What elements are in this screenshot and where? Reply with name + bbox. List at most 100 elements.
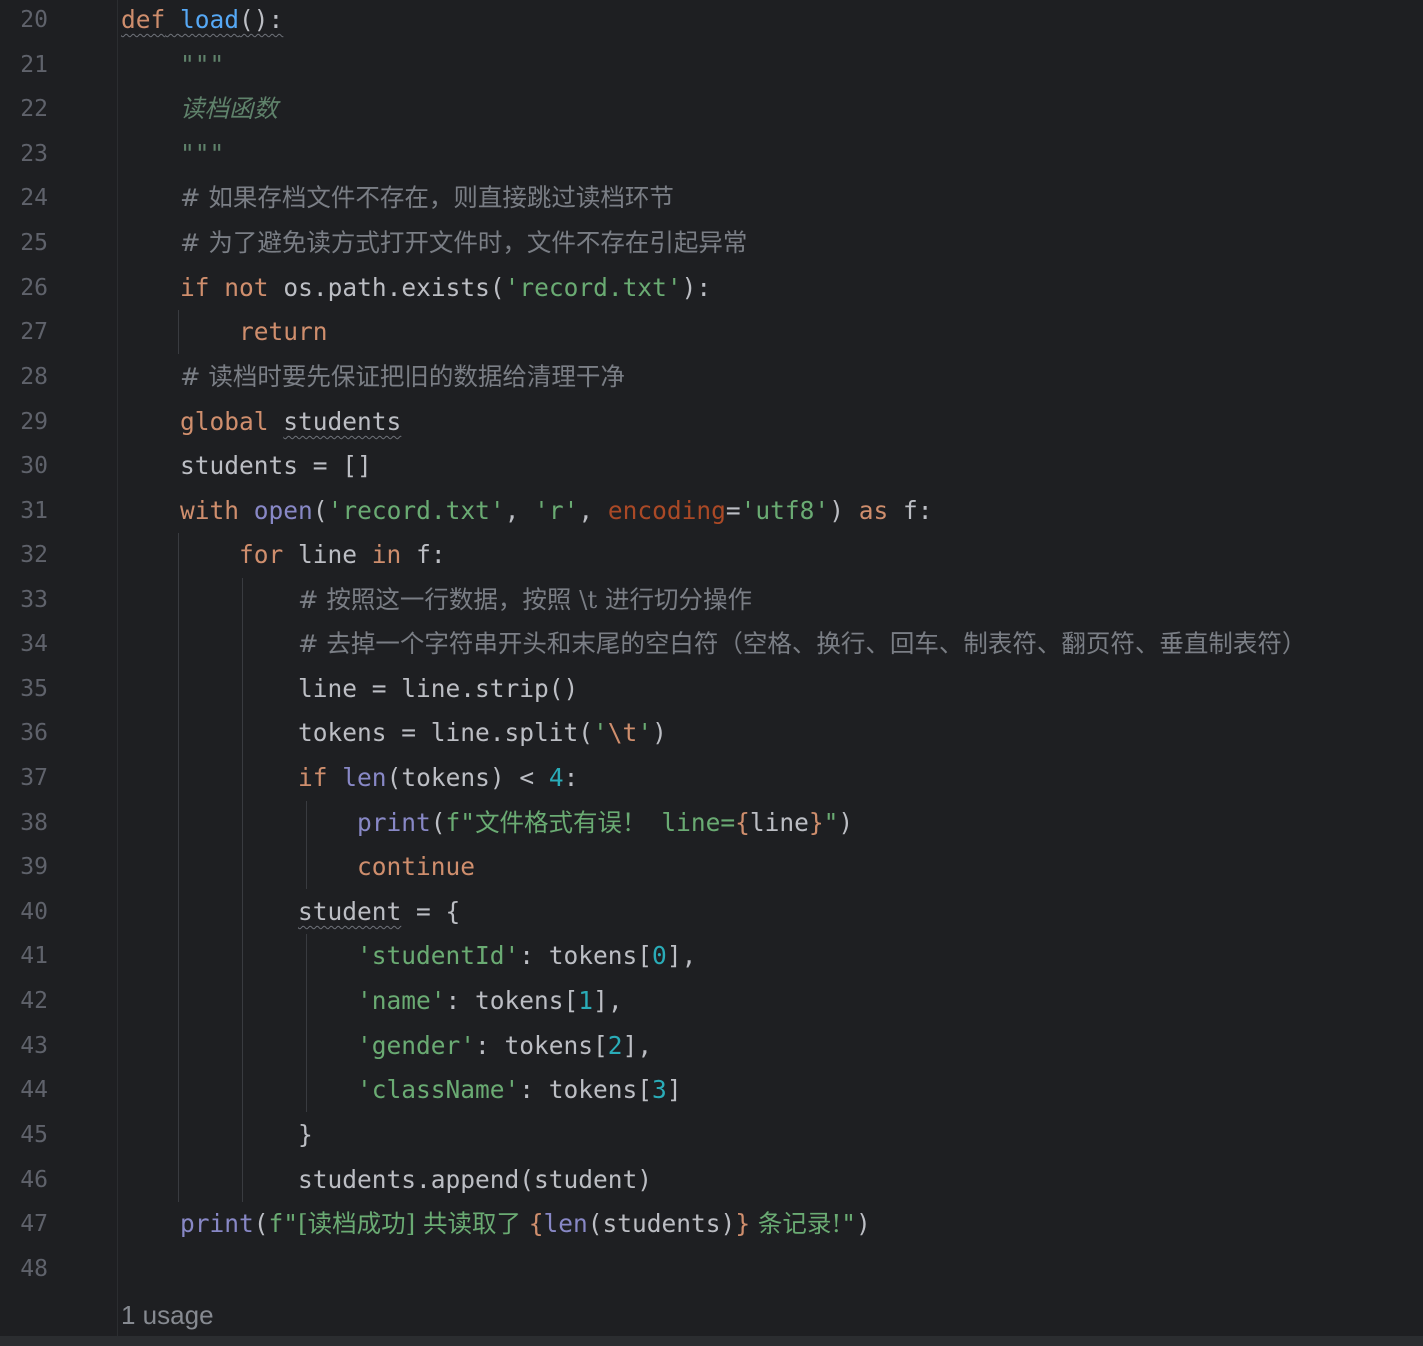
line-number: 42 (20, 988, 48, 1014)
keyword-return: return (239, 317, 328, 346)
string-literal: f" (445, 808, 476, 837)
line-number: 43 (20, 1033, 48, 1059)
code-punct: , (504, 496, 535, 525)
code-line-37[interactable]: if len(tokens) < 4: (121, 756, 578, 800)
code-line-28[interactable]: # 读档时要先保证把旧的数据给清理干净 (121, 355, 625, 399)
string-literal: f" (268, 1209, 299, 1238)
string-literal: 'utf8' (740, 496, 830, 525)
code-text: line (749, 808, 809, 837)
line-number: 35 (20, 676, 48, 702)
code-text: (tokens) < (386, 763, 549, 792)
code-line-31[interactable]: with open('record.txt', 'r', encoding='u… (121, 489, 933, 533)
code-line-29[interactable]: global students (121, 400, 401, 444)
code-text: : tokens[ (445, 986, 579, 1015)
line-number: 22 (20, 96, 48, 122)
code-line-22[interactable]: 读档函数 (121, 87, 278, 131)
docstring: """ (180, 50, 225, 79)
line-number: 36 (20, 720, 48, 746)
builtin-open: open (253, 496, 313, 525)
line-number: 34 (20, 631, 48, 657)
code-text: : tokens[ (519, 941, 653, 970)
line-number: 29 (20, 409, 48, 435)
code-punct: ) (838, 808, 854, 837)
code-text: tokens = line.split( (298, 718, 594, 747)
line-number: 44 (20, 1077, 48, 1103)
line-number: 23 (20, 141, 48, 167)
code-line-20[interactable]: def load(): (121, 0, 283, 42)
code-line-35[interactable]: line = line.strip() (121, 667, 578, 711)
code-line-21[interactable]: """ (121, 43, 224, 87)
keyword-global: global (180, 407, 269, 436)
line-number: 28 (20, 364, 48, 390)
variable-name: student (298, 897, 402, 926)
line-number: 33 (20, 587, 48, 613)
code-line-23[interactable]: """ (121, 132, 224, 176)
string-literal: 'record.txt' (504, 273, 682, 302)
code-line-32[interactable]: for line in f: (121, 533, 446, 577)
code-punct: ], (666, 941, 697, 970)
code-comment: # 读档时要先保证把旧的数据给清理干净 (180, 362, 625, 391)
code-line-46[interactable]: students.append(student) (121, 1158, 652, 1202)
code-line-24[interactable]: # 如果存档文件不存在，则直接跳过读档环节 (121, 176, 674, 220)
keyword-in: in (371, 540, 402, 569)
code-line-42[interactable]: 'name': tokens[1], (121, 979, 623, 1023)
keyword-if: if (180, 273, 210, 302)
keyword-with: with (180, 496, 240, 525)
code-line-27[interactable]: return (121, 310, 328, 354)
code-punct: ) (855, 1209, 871, 1238)
builtin-print: print (180, 1209, 254, 1238)
number-literal: 2 (607, 1031, 623, 1060)
code-punct: ] (666, 1075, 682, 1104)
code-line-41[interactable]: 'studentId': tokens[0], (121, 934, 696, 978)
string-literal: 'className' (357, 1075, 520, 1104)
string-literal: " (823, 808, 839, 837)
code-text: students = [] (180, 451, 372, 480)
number-literal: 0 (652, 941, 667, 970)
code-punct: = (725, 496, 741, 525)
code-punct: : (563, 763, 579, 792)
code-line-44[interactable]: 'className': tokens[3] (121, 1068, 682, 1112)
code-comment: # 如果存档文件不存在，则直接跳过读档环节 (180, 183, 674, 212)
line-number: 24 (20, 185, 48, 211)
code-punct: ) (652, 718, 667, 747)
code-line-40[interactable]: student = { (121, 890, 460, 934)
string-literal: [读档成功] 共读取了 (298, 1209, 529, 1238)
line-number: 41 (20, 943, 48, 969)
code-punct: ], (622, 1031, 653, 1060)
code-line-33[interactable]: # 按照这一行数据，按照 \t 进行切分操作 (121, 578, 752, 622)
line-number: 37 (20, 765, 48, 791)
code-punct: ( (312, 496, 328, 525)
code-line-47[interactable]: print(f"[读档成功] 共读取了 {len(students)} 条记录!… (121, 1202, 871, 1246)
string-literal: 'r' (534, 496, 579, 525)
line-number: 32 (20, 542, 48, 568)
escape-sequence: \t (607, 718, 638, 747)
code-text: line = line.strip() (298, 674, 579, 703)
code-line-26[interactable]: if not os.path.exists('record.txt'): (121, 266, 711, 310)
code-line-25[interactable]: # 为了避免读方式打开文件时，文件不存在引起异常 (121, 221, 747, 265)
bottom-bar (0, 1336, 1423, 1346)
docstring: """ (180, 139, 225, 168)
string-literal: line= (646, 808, 736, 837)
code-line-43[interactable]: 'gender': tokens[2], (121, 1024, 652, 1068)
usage-hint[interactable]: 1 usage (121, 1293, 214, 1337)
code-line-39[interactable]: continue (121, 845, 475, 889)
keyword-if: if (298, 763, 328, 792)
code-text: f: (888, 496, 933, 525)
keyword-continue: continue (357, 852, 476, 881)
string-literal: 'gender' (357, 1031, 476, 1060)
code-text: : tokens[ (475, 1031, 608, 1060)
code-editor[interactable]: 20 21 22 23 24 25 26 27 28 29 30 31 32 3… (0, 0, 1423, 1336)
code-line-34[interactable]: # 去掉一个字符串开头和末尾的空白符（空格、换行、回车、制表符、翻页符、垂直制表… (121, 622, 1306, 666)
keyword-for: for (239, 540, 284, 569)
code-text: os.path.exists( (268, 273, 505, 302)
gutter-separator (117, 0, 118, 1336)
code-line-38[interactable]: print(f"文件格式有误！ line={line}") (121, 801, 853, 845)
code-line-36[interactable]: tokens = line.split('\t') (121, 711, 667, 755)
code-line-45[interactable]: } (121, 1113, 313, 1157)
string-literal: " (841, 1209, 856, 1238)
keyword-def: def (121, 5, 166, 34)
code-line-30[interactable]: students = [] (121, 444, 372, 488)
variable-name: students (283, 407, 402, 436)
line-number: 48 (20, 1256, 48, 1282)
builtin-print: print (357, 808, 431, 837)
